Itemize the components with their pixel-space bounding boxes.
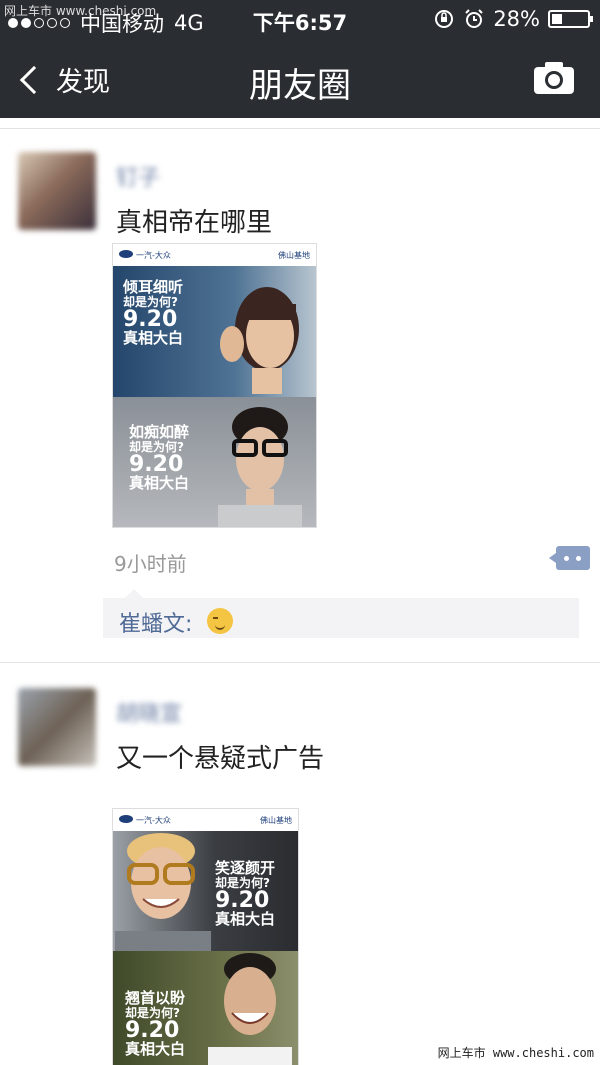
ad-header: 一汽-大众 佛山基地 [113, 809, 298, 831]
smiling-man-photo [208, 953, 292, 1065]
post-author-name[interactable]: 钉子 [116, 160, 160, 192]
ad-caption: 如痴如醉 却是为何? 9.20 真相大白 [129, 423, 190, 493]
ad-brand-right: 佛山基地 [278, 250, 310, 260]
status-bar: 网上车市 www.cheshi.com 中国移动 4G 下午6:57 28% [0, 0, 600, 40]
ad-panel: 笑逐颜开 却是为何? 9.20 真相大白 [113, 831, 298, 951]
ad-caption: 笑逐颜开 却是为何? 9.20 真相大白 [215, 859, 276, 929]
ad-caption: 倾耳细听 却是为何? 9.20 真相大白 [123, 278, 184, 348]
ad-brand-left: 一汽-大众 [136, 250, 171, 260]
post-image[interactable]: 一汽-大众 佛山基地 笑逐颜开 却是为何? 9.20 真相大白 翘首以盼 却是为… [112, 808, 299, 1065]
alarm-icon [465, 9, 484, 28]
ad-brand-right: 佛山基地 [260, 815, 292, 825]
rotation-lock-icon [435, 10, 454, 28]
avatar[interactable] [18, 688, 96, 766]
blond-man-photo [115, 833, 211, 951]
avatar[interactable] [18, 152, 96, 230]
post-text: 真相帝在哪里 [116, 208, 273, 238]
post-text: 又一个悬疑式广告 [116, 744, 325, 774]
ad-panel: 翘首以盼 却是为何? 9.20 真相大白 [113, 951, 298, 1065]
comment-section: 崔蟠文: [103, 589, 579, 638]
battery-icon [548, 10, 593, 28]
ad-header: 一汽-大众 佛山基地 [113, 244, 316, 266]
battery-percent: 28% [493, 7, 540, 31]
woman-photo [220, 287, 299, 394]
nav-bar: 发现 朋友圈 [0, 40, 600, 118]
watermark-bottom: 网上车市 www.cheshi.com [437, 1046, 594, 1060]
post-image[interactable]: 一汽-大众 佛山基地 倾耳细听 却是为何? 9.20 真相大白 如痴如醉 却是为… [112, 243, 317, 528]
divider [0, 662, 600, 663]
ad-panel: 倾耳细听 却是为何? 9.20 真相大白 [113, 266, 316, 397]
ad-brand-left: 一汽-大众 [136, 815, 171, 825]
ad-caption: 翘首以盼 却是为何? 9.20 真相大白 [125, 989, 186, 1059]
ad-panel: 如痴如醉 却是为何? 9.20 真相大白 [113, 397, 316, 527]
smirk-emoji-icon [207, 608, 233, 634]
man-glasses-photo [218, 407, 302, 527]
post-author-name[interactable]: 胡晓宣 [116, 696, 182, 728]
divider [0, 128, 600, 129]
comment-more-icon[interactable] [549, 546, 590, 570]
comment-author[interactable]: 崔蟠文: [119, 606, 192, 638]
post-time: 9小时前 [114, 552, 187, 576]
camera-icon[interactable] [532, 60, 576, 96]
page-title: 朋友圈 [249, 66, 351, 106]
